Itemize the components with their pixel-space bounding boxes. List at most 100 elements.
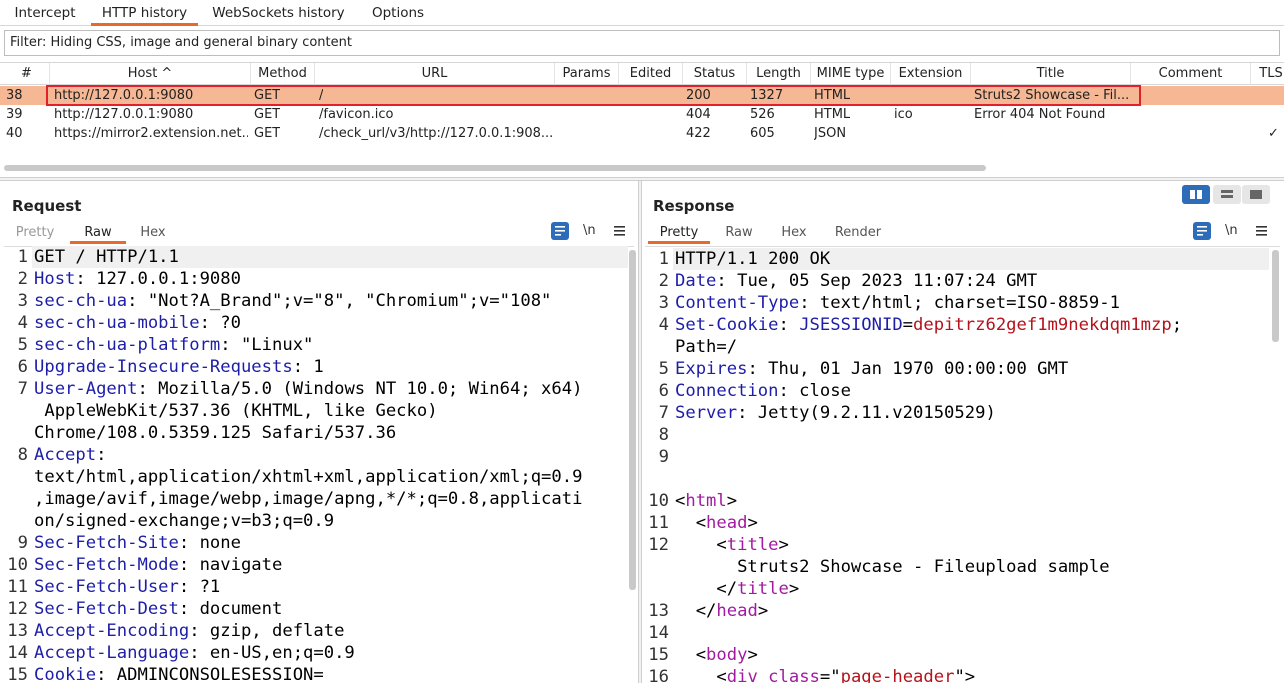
row-title	[974, 124, 1129, 143]
response-newline-icon[interactable]: \n	[1225, 223, 1238, 238]
header-value: text/html,application/xhtml+xml,applicat…	[34, 467, 583, 487]
response-tab-hex[interactable]: Hex	[774, 222, 814, 244]
request-menu-icon[interactable]	[611, 222, 629, 240]
request-title: Request	[12, 197, 82, 215]
row-method: GET	[254, 126, 281, 141]
header-value: : Mozilla/5.0 (Windows NT 10.0; Win64; x…	[137, 379, 583, 399]
header-name: sec-ch-ua	[34, 291, 128, 311]
row-url: /	[319, 88, 324, 103]
request-tab-hex[interactable]: Hex	[134, 222, 172, 244]
request-tab-raw[interactable]: Raw	[70, 222, 126, 244]
header-name: Sec-Fetch-Dest	[34, 599, 179, 619]
tabbed-view-icon[interactable]	[1242, 185, 1270, 204]
col-tls[interactable]: TLS	[1251, 63, 1284, 85]
row-title: Error 404 Not Found	[974, 107, 1106, 122]
col-length[interactable]: Length	[747, 63, 811, 85]
col-comment[interactable]: Comment	[1131, 63, 1251, 85]
code-text: ;	[1171, 315, 1183, 335]
line-number: 12	[648, 535, 669, 555]
code-text: >	[747, 645, 758, 665]
header-value: : 1	[292, 357, 324, 377]
header-value: AppleWebKit/537.36 (KHTML, like Gecko)	[34, 401, 438, 421]
line-number: 6	[658, 381, 669, 401]
header-name: Sec-Fetch-Site	[34, 533, 179, 553]
code-text: >	[747, 513, 758, 533]
col-host[interactable]: Host ^	[50, 63, 251, 85]
response-menu-icon[interactable]	[1253, 222, 1271, 240]
horizontal-splitter[interactable]	[0, 177, 1284, 181]
table-horizontal-scrollbar[interactable]	[4, 165, 986, 171]
header-name: Accept-Language	[34, 643, 190, 663]
line-number: 9	[17, 533, 28, 553]
col-edited[interactable]: Edited	[619, 63, 683, 85]
header-value: : none	[178, 533, 241, 553]
row-number: 40	[6, 126, 23, 141]
line-number: 1	[658, 249, 669, 269]
row-extension: ico	[894, 107, 913, 122]
tab-websockets-history[interactable]: WebSockets history	[207, 0, 350, 26]
header-name: Content-Type	[675, 293, 800, 313]
line-number: 14	[648, 623, 669, 643]
table-row[interactable]: 38 http://127.0.0.1:9080 GET / 200 1327 …	[0, 86, 1284, 105]
col-mime-type[interactable]: MIME type	[811, 63, 891, 85]
response-tab-raw[interactable]: Raw	[718, 222, 760, 244]
response-line: Struts2 Showcase - Fileupload sample	[675, 556, 1110, 578]
response-line: <head>	[675, 512, 758, 534]
header-value: : gzip, deflate	[189, 621, 345, 641]
header-value: : "Not?A_Brand";v="8", "Chromium";v="108…	[127, 291, 552, 311]
col-status[interactable]: Status	[683, 63, 747, 85]
string-value: page-header	[840, 667, 955, 683]
tab-options[interactable]: Options	[362, 0, 434, 26]
request-newline-icon[interactable]: \n	[583, 223, 596, 238]
line-number: 13	[648, 601, 669, 621]
header-name: Server	[675, 403, 738, 423]
table-row[interactable]: 39 http://127.0.0.1:9080 GET /favicon.ic…	[0, 105, 1284, 124]
line-number: 7	[658, 403, 669, 423]
header-value: : navigate	[178, 555, 283, 575]
response-tab-render[interactable]: Render	[830, 222, 886, 244]
request-vertical-scrollbar[interactable]	[629, 250, 636, 590]
split-horizontal-icon[interactable]	[1182, 185, 1210, 204]
line-number: 15	[648, 645, 669, 665]
code-text: : Jetty(9.2.11.v20150529)	[737, 403, 996, 423]
request-tab-pretty[interactable]: Pretty	[12, 222, 58, 244]
request-line: on/signed-exchange;v=b3;q=0.9	[34, 510, 334, 532]
html-tag: body	[706, 645, 748, 665]
line-number: 13	[7, 621, 28, 641]
row-url: /check_url/v3/http://127.0.0.1:908...	[319, 126, 553, 141]
table-row[interactable]: 40 https://mirror2.extension.net... GET …	[0, 124, 1284, 143]
col-number[interactable]: #	[4, 63, 50, 85]
line-number: 11	[7, 577, 28, 597]
line-number: 1	[17, 247, 28, 267]
filter-bar[interactable]: Filter: Hiding CSS, image and general bi…	[4, 30, 1280, 56]
row-host: https://mirror2.extension.net...	[54, 126, 248, 141]
col-method[interactable]: Method	[251, 63, 315, 85]
code-text: Path=/	[675, 337, 738, 357]
line-number: 14	[7, 643, 28, 663]
col-url[interactable]: URL	[315, 63, 555, 85]
col-params[interactable]: Params	[555, 63, 619, 85]
response-vertical-scrollbar[interactable]	[1272, 250, 1279, 342]
tab-http-history[interactable]: HTTP history	[91, 0, 198, 26]
line-number: 6	[17, 357, 28, 377]
request-line: Host: 127.0.0.1:9080	[34, 268, 241, 290]
code-text: : close	[778, 381, 851, 401]
request-wrap-icon[interactable]	[551, 222, 569, 240]
header-name: Date	[675, 271, 717, 291]
col-extension[interactable]: Extension	[891, 63, 971, 85]
header-name: Sec-Fetch-User	[34, 577, 179, 597]
tab-intercept[interactable]: Intercept	[8, 0, 82, 26]
header-value: : document	[178, 599, 283, 619]
row-number: 38	[6, 88, 23, 103]
header-name: Connection	[675, 381, 779, 401]
row-length: 526	[750, 107, 775, 122]
split-vertical-icon[interactable]	[1213, 185, 1241, 204]
response-wrap-icon[interactable]	[1193, 222, 1211, 240]
col-title[interactable]: Title	[971, 63, 1131, 85]
response-tab-pretty[interactable]: Pretty	[648, 222, 710, 244]
line-number: 3	[17, 291, 28, 311]
request-line: ,image/avif,image/webp,image/apng,*/*;q=…	[34, 488, 582, 510]
code-text: :	[778, 315, 800, 335]
tool-tabs: Intercept HTTP history WebSockets histor…	[0, 0, 1284, 26]
row-number: 39	[6, 107, 23, 122]
